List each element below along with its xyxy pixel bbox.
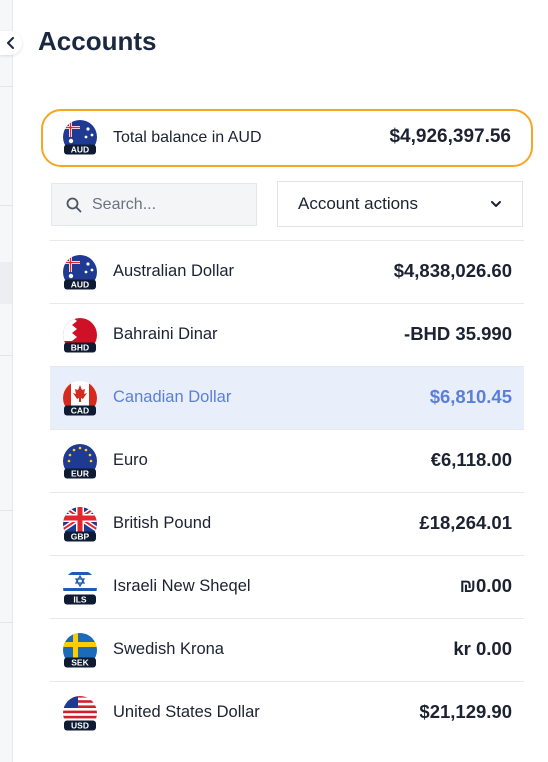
- account-name: British Pound: [113, 514, 212, 532]
- left-nav-strip: [0, 0, 13, 762]
- account-row-sek[interactable]: SEK Swedish Krona kr 0.00: [50, 618, 524, 681]
- svg-text:CAD: CAD: [71, 406, 89, 416]
- svg-text:AUD: AUD: [71, 280, 89, 290]
- account-row-cad[interactable]: CAD Canadian Dollar $6,810.45: [50, 366, 524, 429]
- account-name: Israeli New Sheqel: [113, 577, 251, 595]
- flag-gbp-icon: GBP: [63, 507, 97, 542]
- flag-sek-icon: SEK: [63, 633, 97, 668]
- account-balance: £18,264.01: [419, 512, 512, 533]
- svg-text:SEK: SEK: [71, 658, 89, 668]
- nav-divider: [0, 510, 12, 511]
- flag-bhd-icon: BHD: [63, 318, 97, 353]
- account-actions-label: Account actions: [298, 194, 419, 213]
- search-field[interactable]: [51, 183, 257, 226]
- flag-ils-icon: ILS: [63, 570, 97, 605]
- flag-eur-icon: EUR: [63, 444, 97, 479]
- svg-text:GBP: GBP: [71, 532, 90, 542]
- account-balance: ₪0.00: [459, 575, 512, 596]
- chevron-left-icon: [7, 37, 14, 49]
- account-name: Bahraini Dinar: [113, 325, 218, 343]
- account-name: Swedish Krona: [113, 640, 224, 658]
- account-row-gbp[interactable]: GBP British Pound £18,264.01: [50, 492, 524, 555]
- total-balance-amount: $4,926,397.56: [389, 126, 511, 147]
- nav-item-highlight: [0, 262, 12, 304]
- nav-divider: [0, 355, 12, 356]
- account-name: United States Dollar: [113, 703, 260, 721]
- account-balance: €6,118.00: [430, 449, 512, 470]
- account-balance: kr 0.00: [453, 638, 512, 659]
- account-row-bhd[interactable]: BHD Bahraini Dinar -BHD 35.990: [50, 303, 524, 366]
- account-row-ils[interactable]: ILS Israeli New Sheqel ₪0.00: [50, 555, 524, 618]
- svg-text:USD: USD: [71, 721, 89, 731]
- svg-text:BHD: BHD: [71, 343, 89, 353]
- svg-text:ILS: ILS: [73, 595, 87, 605]
- flag-cad-icon: CAD: [63, 381, 97, 416]
- flag-usd-icon: USD: [63, 696, 97, 731]
- account-row-aud[interactable]: AUD Australian Dollar $4,838,026.60: [50, 240, 524, 303]
- svg-text:EUR: EUR: [71, 469, 89, 479]
- total-balance-card[interactable]: AUD Total balance in AUD $4,926,397.56: [41, 109, 533, 167]
- account-balance: $4,838,026.60: [393, 260, 512, 281]
- nav-divider: [0, 86, 12, 87]
- svg-text:AUD: AUD: [71, 145, 89, 155]
- account-balance: $21,129.90: [419, 701, 512, 722]
- account-row-eur[interactable]: EUR Euro €6,118.00: [50, 429, 524, 492]
- collapse-sidebar-button[interactable]: [0, 31, 22, 55]
- account-actions-dropdown[interactable]: Account actions: [277, 181, 523, 227]
- nav-divider: [0, 622, 12, 623]
- account-row-usd[interactable]: USD United States Dollar $21,129.90: [50, 681, 524, 744]
- total-balance-label: Total balance in AUD: [113, 129, 262, 146]
- accounts-list: AUD Australian Dollar $4,838,026.60 BHD …: [50, 240, 524, 744]
- nav-divider: [0, 205, 12, 206]
- account-balance: $6,810.45: [429, 386, 512, 407]
- account-balance: -BHD 35.990: [404, 323, 512, 344]
- account-name: Canadian Dollar: [113, 388, 232, 406]
- flag-aud-icon: AUD: [63, 255, 97, 290]
- page-title: Accounts: [38, 26, 157, 56]
- search-input[interactable]: [90, 194, 244, 215]
- account-name: Euro: [113, 451, 148, 469]
- search-icon: [66, 197, 82, 212]
- flag-aud-icon: AUD: [63, 120, 97, 155]
- account-name: Australian Dollar: [113, 262, 235, 280]
- chevron-down-icon: [491, 201, 501, 207]
